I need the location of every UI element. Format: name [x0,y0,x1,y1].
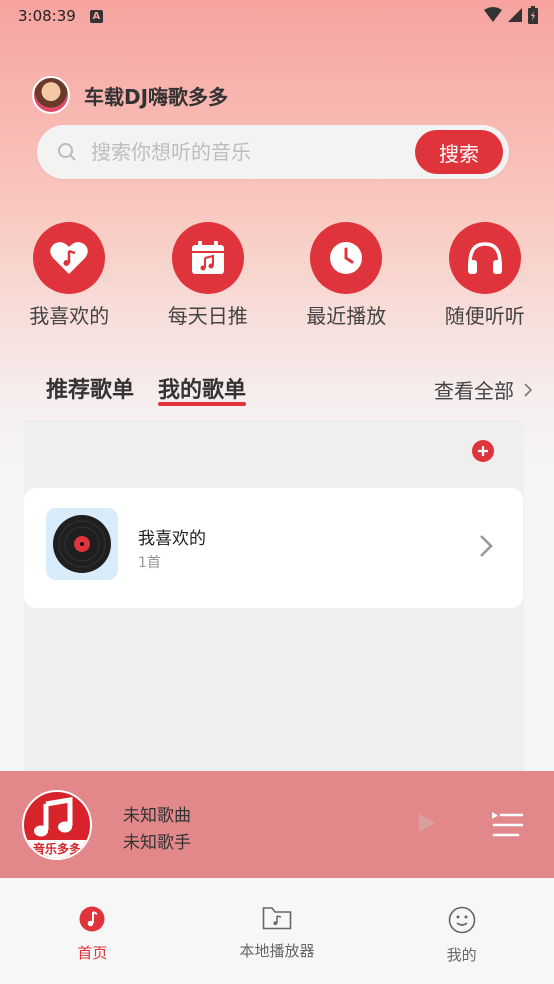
playlist-count: 1首 [138,555,161,571]
status-time: 3:08:39 [18,7,76,25]
status-bar: 3:08:39 A [0,0,554,32]
search-icon [58,143,76,161]
quick-action-label: 每天日推 [167,304,248,328]
tab-recommended[interactable]: 推荐歌单 [46,372,134,404]
heart-note-icon [33,222,106,294]
nav-home[interactable]: 首页 [0,878,185,984]
clock-icon [310,222,383,294]
notification-a-icon: A [89,9,103,23]
view-all-label: 查看全部 [434,379,514,403]
nav-label: 本地播放器 [239,942,315,960]
playlist-title: 我喜欢的 [138,529,206,549]
chevron-right-icon [480,535,493,557]
folder-music-icon [262,907,292,930]
app-title: 车载DJ嗨歌多多 [84,84,229,109]
search-button[interactable]: 搜索 [415,130,503,174]
view-all-link[interactable]: 查看全部 [434,375,532,404]
bottom-navigation: 首页 本地播放器 我的 [0,878,554,984]
now-playing-cover: 音乐多多 [22,790,92,860]
quick-action-recent[interactable]: 最近播放 [277,222,416,329]
headphones-icon [448,222,521,294]
artist-name: 未知歌手 [123,833,191,853]
nav-label: 首页 [77,944,108,962]
quick-actions: 我喜欢的 每天日推 最近播放 随便听听 [0,222,554,329]
playlist-cover [46,508,118,580]
search-input[interactable] [91,140,391,164]
song-title: 未知歌曲 [123,806,191,826]
music-note-icon [79,906,105,932]
tab-my-playlists[interactable]: 我的歌单 [158,372,247,406]
quick-action-label: 我喜欢的 [29,304,110,328]
music-note-logo-icon [34,797,73,837]
nav-me[interactable]: 我的 [369,878,554,984]
mini-player[interactable]: 音乐多多 未知歌曲 未知歌手 [0,771,554,878]
nav-label: 我的 [446,946,477,964]
plus-icon [478,446,488,456]
chevron-right-icon [524,382,532,397]
vinyl-record-icon [53,515,111,573]
wifi-icon [484,7,502,22]
play-icon[interactable] [418,813,436,833]
quick-action-label: 随便听听 [444,304,525,328]
search-bar: 搜索 [37,125,509,179]
calendar-note-icon [171,222,244,294]
quick-action-daily[interactable]: 每天日推 [139,222,278,329]
smiley-icon [448,906,475,934]
quick-action-random[interactable]: 随便听听 [416,222,554,329]
battery-icon [528,6,538,24]
quick-action-label: 最近播放 [306,304,387,328]
playlist-item[interactable]: 我喜欢的 1首 [24,488,523,608]
playlist-queue-icon[interactable] [491,811,523,839]
add-playlist-button[interactable] [472,440,494,462]
profile-header: 车载DJ嗨歌多多 [32,76,228,114]
quick-action-favorites[interactable]: 我喜欢的 [0,222,139,329]
signal-icon [508,8,522,22]
nav-local-player[interactable]: 本地播放器 [185,878,370,984]
cover-stamp-text: 音乐多多 [24,840,90,858]
status-icons [484,6,538,24]
avatar[interactable] [32,76,70,114]
playlist-tabs: 推荐歌单 我的歌单 [46,372,247,406]
